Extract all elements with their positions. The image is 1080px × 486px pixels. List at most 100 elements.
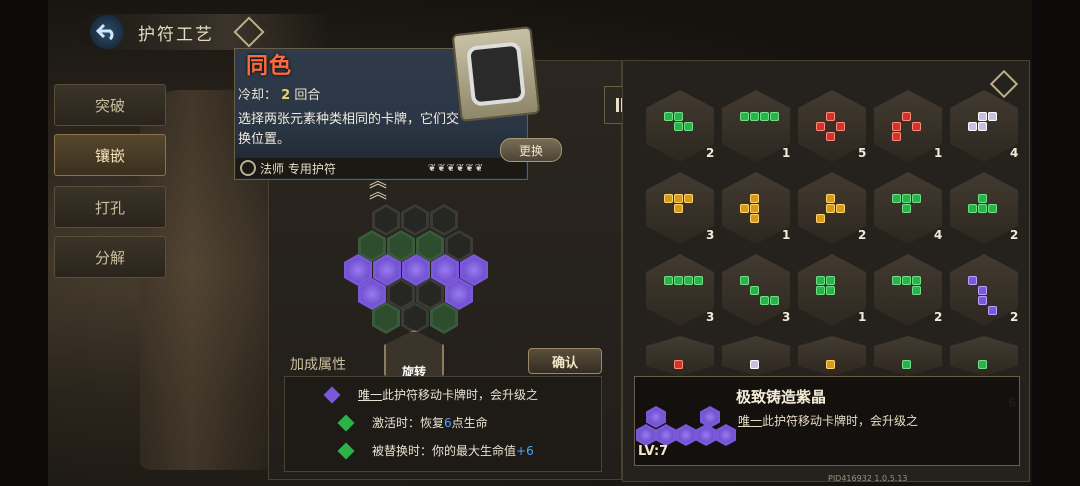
gem-cube: [674, 276, 683, 285]
amulet-artifact-icon: [451, 26, 541, 122]
confirm-button[interactable]: 确认: [528, 348, 602, 374]
gem-count: 1: [782, 228, 791, 242]
right-border: [1032, 0, 1080, 486]
change-button[interactable]: 更换: [500, 138, 562, 162]
bonus-row: 激活时：恢复 6 点生命: [337, 414, 488, 431]
gem-cube: [694, 276, 703, 285]
gem-cube: [912, 122, 921, 131]
gem-count: 2: [1010, 310, 1019, 324]
gem-cube: [902, 360, 911, 369]
cooldown-label: 冷却：: [238, 88, 278, 103]
skill-name: 同色: [246, 54, 293, 79]
gem-cube: [902, 204, 911, 213]
class-label: 法师 专用护符: [260, 161, 336, 176]
gem-cube: [826, 276, 835, 285]
menu-breakthrough[interactable]: 突破: [54, 84, 166, 126]
gem-cube: [826, 112, 835, 121]
gem-cube: [674, 204, 683, 213]
gem-cube: [664, 194, 673, 203]
left-border: [0, 0, 48, 486]
menu-punch[interactable]: 打孔: [54, 186, 166, 228]
gem-cube: [978, 194, 987, 203]
gem-cube: [674, 360, 683, 369]
gem-cube: [770, 112, 779, 121]
gem-cube: [968, 122, 977, 131]
gem-cube: [968, 204, 977, 213]
cooldown-unit: 回合: [294, 88, 321, 103]
gem-cube: [664, 112, 673, 121]
bonus-label: 加成属性: [290, 357, 346, 373]
gem-cube: [978, 204, 987, 213]
gem-count: 2: [934, 310, 943, 324]
gem-count: 1: [782, 146, 791, 160]
gem-cube: [740, 112, 749, 121]
gem-cube: [826, 132, 835, 141]
bonus-value: 6: [444, 415, 452, 430]
gem-cube: [902, 112, 911, 121]
rating-stars: ❦❦❦❦❦❦: [427, 162, 485, 174]
gem-cube: [826, 286, 835, 295]
bonus-value: +6: [516, 443, 534, 458]
page-title: 护符工艺: [138, 24, 214, 45]
gem-cube: [978, 360, 987, 369]
gem-cube: [750, 214, 759, 223]
gem-cube: [912, 276, 921, 285]
gem-cube: [826, 360, 835, 369]
green-gem-icon: [337, 442, 355, 459]
gem-cube: [750, 360, 759, 369]
gem-cube: [902, 276, 911, 285]
gem-cube: [760, 296, 769, 305]
build-id: PID416932 1.0.5.13: [828, 474, 908, 483]
gem-cube: [684, 122, 693, 131]
gem-count: 3: [706, 228, 715, 242]
gem-cube: [674, 112, 683, 121]
gem-cube: [826, 204, 835, 213]
gem-cube: [912, 194, 921, 203]
gear-icon: [240, 160, 256, 176]
menu-inlay[interactable]: 镶嵌: [54, 134, 166, 176]
gem-cube: [892, 132, 901, 141]
gem-cube: [892, 194, 901, 203]
gem-cube: [816, 276, 825, 285]
tooltip-gem-name: 极致铸造紫晶: [736, 388, 827, 406]
gem-cube: [740, 204, 749, 213]
help-diamond-icon[interactable]: [233, 16, 265, 48]
bonus-prefix: 激活时：恢复: [372, 416, 445, 430]
bonus-prefix: 被替换时：你的最大生命值: [372, 444, 517, 458]
gem-cube: [892, 276, 901, 285]
skill-description: 选择两张元素种类相同的卡牌，它们交换位置。: [238, 112, 460, 147]
purple-gem-icon: [323, 386, 341, 403]
gem-cube: [816, 122, 825, 131]
gem-cube: [684, 194, 693, 203]
back-button[interactable]: [90, 15, 124, 49]
gem-cube: [750, 194, 759, 203]
gem-cube: [750, 204, 759, 213]
upgrade-chevron-icon: ︽ ︽: [369, 171, 387, 203]
bonus-row: 唯一 此护符移动卡牌时，会升级之: [323, 386, 538, 403]
gem-count: 3: [706, 310, 715, 324]
gem-cube: [826, 194, 835, 203]
gem-cube: [770, 296, 779, 305]
gem-count: 4: [1010, 146, 1019, 160]
gem-count: 2: [858, 228, 867, 242]
cooldown: 冷却： 2 回合: [238, 84, 320, 103]
tooltip-description: 唯一此护符移动卡牌时，会升级之: [738, 412, 918, 429]
gem-cube: [978, 112, 987, 121]
gem-cube: [816, 286, 825, 295]
gem-cube: [750, 286, 759, 295]
gem-cube: [978, 122, 987, 131]
gem-cube: [740, 276, 749, 285]
menu-decompose[interactable]: 分解: [54, 236, 166, 278]
gem-count: 1: [858, 310, 867, 324]
bonus-prefix: 唯一: [358, 388, 383, 402]
title-bar: 护符工艺: [80, 14, 330, 50]
gem-count: 4: [934, 228, 943, 242]
gem-cube: [684, 276, 693, 285]
gem-cube: [978, 286, 987, 295]
gem-cube: [760, 112, 769, 121]
gem-cube: [674, 122, 683, 131]
cooldown-value: 2: [281, 88, 291, 103]
gem-count: 2: [706, 146, 715, 160]
gem-cube: [674, 194, 683, 203]
gem-count: 2: [1010, 228, 1019, 242]
